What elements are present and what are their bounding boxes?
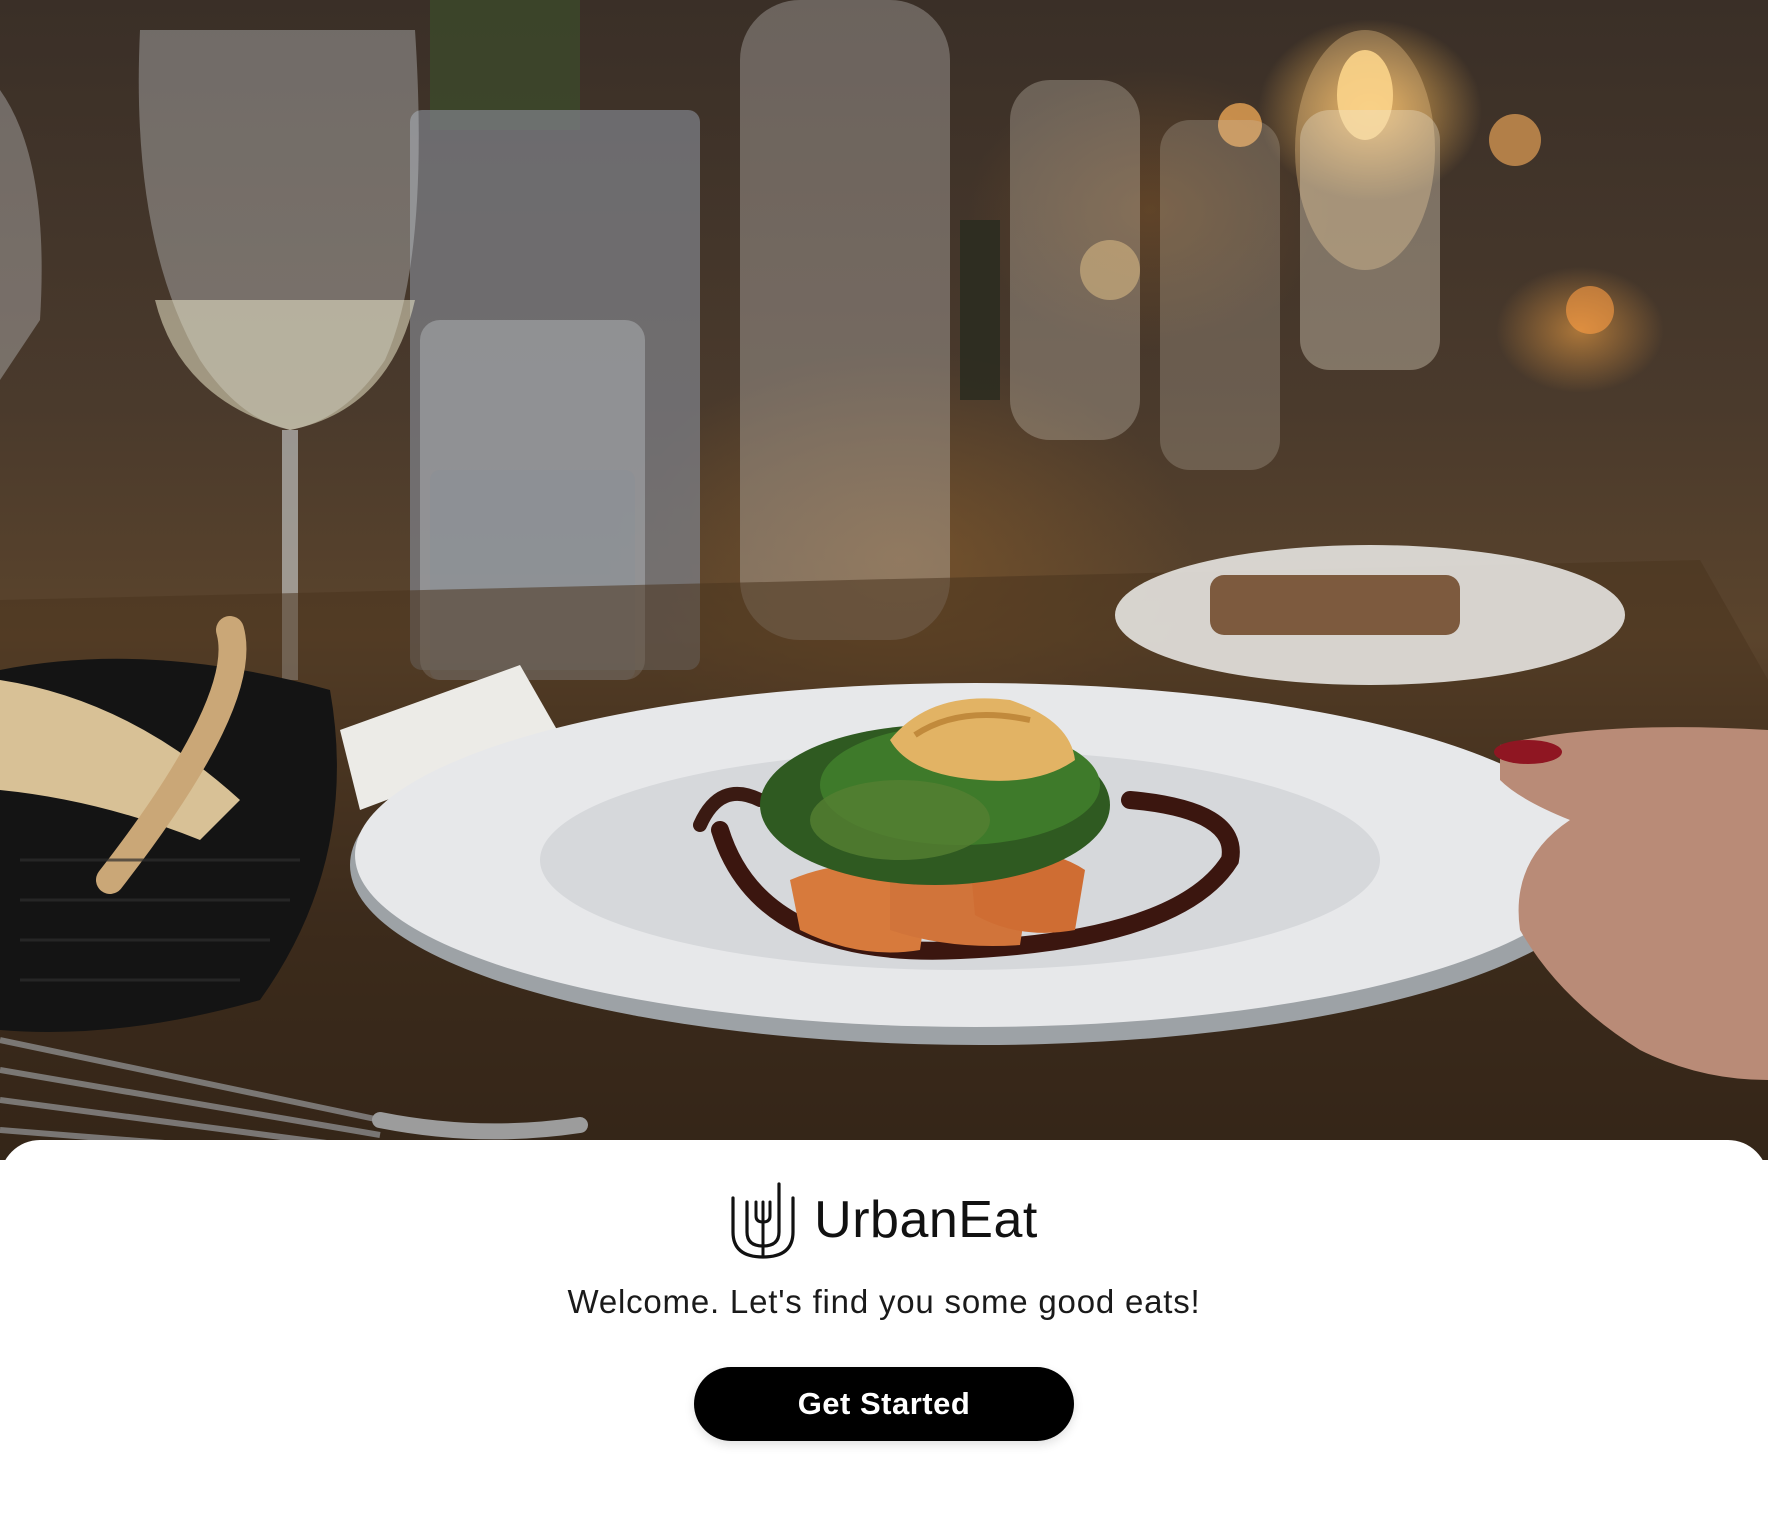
welcome-tagline: Welcome. Let's find you some good eats! [567, 1283, 1201, 1320]
brand-lockup: UrbanEat [0, 1180, 1768, 1260]
restaurant-photo-illustration [0, 0, 1768, 1160]
hero-image [0, 0, 1768, 1160]
get-started-button[interactable]: Get Started [694, 1367, 1074, 1441]
fork-in-u-logo-icon [731, 1182, 795, 1259]
welcome-screen: UrbanEat Welcome. Let's find you some go… [0, 0, 1768, 1520]
app-name: UrbanEat [814, 1191, 1038, 1249]
welcome-card: UrbanEat Welcome. Let's find you some go… [0, 1140, 1768, 1520]
